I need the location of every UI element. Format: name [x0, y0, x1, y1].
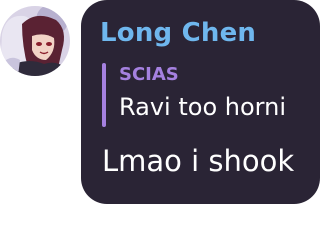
- avatar-image: [0, 6, 70, 76]
- reply-text: Ravi too horni: [119, 93, 286, 121]
- message-author[interactable]: Long Chen: [100, 20, 256, 46]
- message-bubble[interactable]: Long Chen SCIAS Ravi too horni Lmao i sh…: [81, 0, 320, 204]
- message-text: Lmao i shook: [102, 144, 295, 178]
- reply-author[interactable]: SCIAS: [119, 66, 179, 84]
- reply-bar: [102, 63, 106, 127]
- avatar[interactable]: [0, 6, 70, 76]
- chat-screenshot: Long Chen SCIAS Ravi too horni Lmao i sh…: [0, 0, 320, 252]
